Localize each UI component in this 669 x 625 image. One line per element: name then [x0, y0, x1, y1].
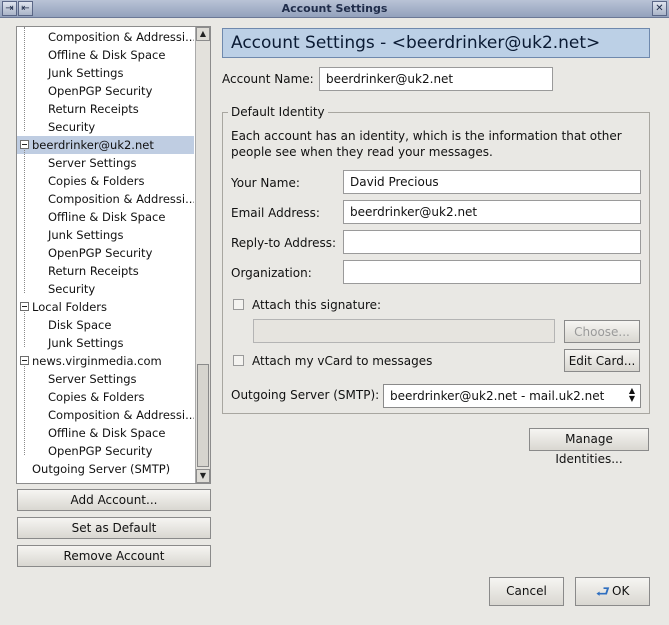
collapse-icon[interactable] [20, 302, 29, 311]
tree-account-row[interactable]: beerdrinker@uk2.net [17, 136, 194, 154]
tree-scrollbar[interactable]: ▲ ▼ [195, 27, 210, 483]
tree-item[interactable]: Junk Settings [17, 334, 194, 352]
tree-item-label: Return Receipts [48, 102, 139, 116]
scroll-down-icon[interactable]: ▼ [196, 469, 210, 483]
tree-item[interactable]: Offline & Disk Space [17, 46, 194, 64]
tree-account-row[interactable]: news.virginmedia.com [17, 352, 194, 370]
tree-item-label: Security [48, 120, 96, 134]
tree-item-label: Junk Settings [48, 228, 124, 242]
collapse-icon[interactable] [20, 356, 29, 365]
tree-item[interactable]: Security [17, 280, 194, 298]
tree-item-label: Security [48, 282, 96, 296]
tree-item-label: Return Receipts [48, 264, 139, 278]
tree-item-label: Disk Space [48, 318, 112, 332]
tree-item-label: news.virginmedia.com [32, 354, 162, 368]
collapse-icon[interactable] [20, 140, 29, 149]
reply-to-field[interactable] [343, 230, 641, 254]
outgoing-server-label: Outgoing Server (SMTP): [231, 388, 380, 402]
scroll-up-icon[interactable]: ▲ [196, 27, 210, 41]
tree-item[interactable]: Return Receipts [17, 262, 194, 280]
reply-to-label: Reply-to Address: [231, 236, 337, 250]
select-arrows-icon: ▲ ▼ [628, 386, 635, 403]
scroll-thumb[interactable] [197, 364, 209, 467]
your-name-label: Your Name: [231, 176, 300, 190]
tree-guide-line [24, 312, 25, 347]
tree-item-label: OpenPGP Security [48, 246, 153, 260]
tree-item[interactable]: Composition & Addressi... [17, 406, 194, 424]
window-title: Account Settings [281, 2, 388, 15]
tree-item-label: OpenPGP Security [48, 444, 153, 458]
cancel-button[interactable]: Cancel [489, 577, 564, 606]
tree-item-label: Server Settings [48, 156, 137, 170]
tree-item-label: Offline & Disk Space [48, 426, 166, 440]
tree-account-row[interactable]: Local Folders [17, 298, 194, 316]
tree-item-label: Composition & Addressi... [48, 30, 194, 44]
window-close-icon[interactable]: ✕ [652, 1, 667, 16]
tree-item[interactable]: Return Receipts [17, 100, 194, 118]
tree-item-label: Composition & Addressi... [48, 408, 194, 422]
edit-card-button[interactable]: Edit Card... [564, 349, 640, 372]
tree-guide-line [24, 150, 25, 293]
email-address-label: Email Address: [231, 206, 320, 220]
attach-signature-checkbox[interactable] [233, 299, 244, 310]
tree-item[interactable]: Offline & Disk Space [17, 424, 194, 442]
signature-path-field[interactable] [253, 319, 555, 343]
tree-item[interactable]: Offline & Disk Space [17, 208, 194, 226]
tree-item[interactable]: Composition & Addressi... [17, 190, 194, 208]
outgoing-server-value: beerdrinker@uk2.net - mail.uk2.net [390, 389, 605, 403]
tree-item[interactable]: Copies & Folders [17, 388, 194, 406]
organization-label: Organization: [231, 266, 312, 280]
page-title: Account Settings - <beerdrinker@uk2.net> [222, 28, 650, 58]
window-titlebar: ⇥ ⇤ Account Settings ✕ [0, 0, 669, 18]
identity-description: Each account has an identity, which is t… [231, 129, 622, 159]
tree-item-label: Copies & Folders [48, 174, 145, 188]
default-identity-title: Default Identity [228, 105, 328, 119]
tree-guide-line [24, 366, 25, 455]
tree-item[interactable]: OpenPGP Security [17, 82, 194, 100]
tree-item-label: Offline & Disk Space [48, 48, 166, 62]
ok-button-label: OK [612, 584, 630, 598]
manage-identities-button[interactable]: Manage Identities... [529, 428, 649, 466]
ok-arrow-icon: ⮐ [595, 582, 611, 601]
tree-item[interactable]: OpenPGP Security [17, 244, 194, 262]
tree-item[interactable]: Server Settings [17, 154, 194, 172]
tree-item-label: Local Folders [32, 300, 107, 314]
tree-item-label: Outgoing Server (SMTP) [32, 462, 171, 476]
tree-item-label: Server Settings [48, 372, 137, 386]
tree-item[interactable]: Security [17, 118, 194, 136]
ok-button[interactable]: ⮐ OK [575, 577, 650, 606]
tree-item[interactable]: OpenPGP Security [17, 442, 194, 460]
tree-item-label: Junk Settings [48, 336, 124, 350]
add-account-button[interactable]: Add Account... [17, 489, 211, 511]
tree-item[interactable]: Server Settings [17, 370, 194, 388]
attach-signature-label: Attach this signature: [252, 298, 382, 312]
set-default-button[interactable]: Set as Default [17, 517, 211, 539]
your-name-field[interactable]: David Precious [343, 170, 641, 194]
tree-item[interactable]: Junk Settings [17, 64, 194, 82]
choose-button[interactable]: Choose... [564, 320, 640, 343]
tree-account-row[interactable]: Outgoing Server (SMTP) [17, 460, 194, 478]
organization-field[interactable] [343, 260, 641, 284]
tree-item[interactable]: Disk Space [17, 316, 194, 334]
tree-item-label: Junk Settings [48, 66, 124, 80]
remove-account-button[interactable]: Remove Account [17, 545, 211, 567]
tree-item-label: Offline & Disk Space [48, 210, 166, 224]
account-tree[interactable]: ▲ ▼ Composition & Addressi... Offline & D… [16, 26, 211, 484]
outgoing-server-select[interactable]: beerdrinker@uk2.net - mail.uk2.net ▲ ▼ [383, 384, 641, 408]
attach-vcard-checkbox[interactable] [233, 355, 244, 366]
tree-item[interactable]: Junk Settings [17, 226, 194, 244]
tree-item-label: OpenPGP Security [48, 84, 153, 98]
tree-item-label: Composition & Addressi... [48, 192, 194, 206]
tree-guide-line [24, 27, 25, 131]
tree-item-label: beerdrinker@uk2.net [32, 138, 154, 152]
tree-item[interactable]: Composition & Addressi... [17, 28, 194, 46]
email-address-field[interactable]: beerdrinker@uk2.net [343, 200, 641, 224]
account-name-label: Account Name: [222, 72, 314, 86]
tree-item-label: Copies & Folders [48, 390, 145, 404]
account-name-field[interactable]: beerdrinker@uk2.net [319, 67, 553, 91]
attach-vcard-label: Attach my vCard to messages [252, 354, 433, 368]
tree-item[interactable]: Copies & Folders [17, 172, 194, 190]
